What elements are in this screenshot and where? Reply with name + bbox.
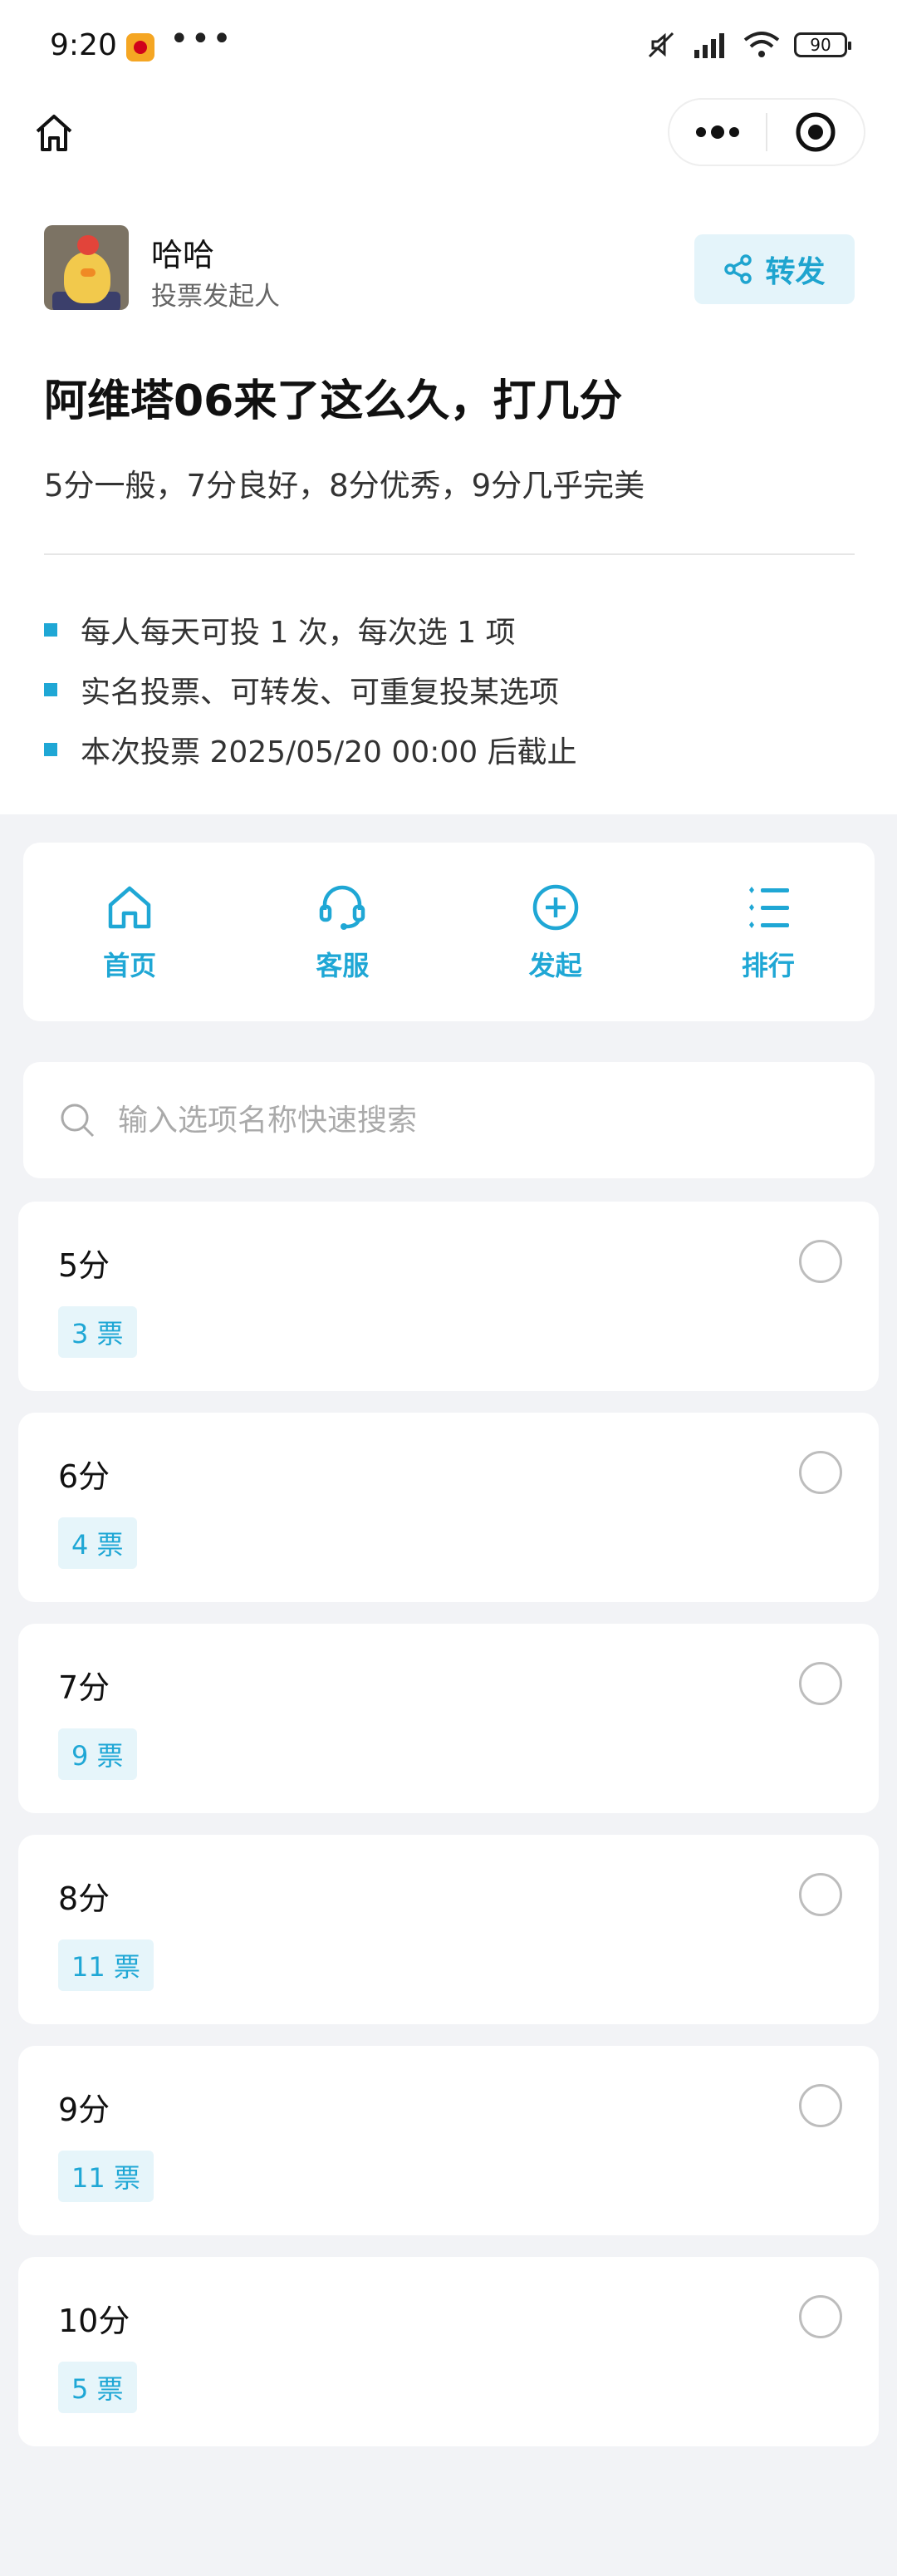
poll-title: 阿维塔06来了这么久，打几分 bbox=[44, 376, 623, 426]
option-card[interactable]: 7分 9 票 bbox=[18, 1624, 879, 1813]
vote-count-badge: 11 票 bbox=[58, 1939, 154, 1991]
vote-count-badge: 4 票 bbox=[58, 1517, 137, 1569]
search-icon bbox=[61, 1104, 95, 1138]
mini-program-capsule bbox=[668, 98, 865, 166]
weibo-notification-icon bbox=[126, 33, 154, 61]
home-icon bbox=[108, 886, 151, 928]
home-outline-icon bbox=[36, 115, 72, 151]
poll-header-section: 9:20 ••• 90 哈哈 投票发起人 转发 阿维塔06来了这么久，打几分 5… bbox=[0, 0, 897, 814]
option-radio[interactable] bbox=[799, 2295, 842, 2338]
search-input[interactable] bbox=[118, 1103, 782, 1138]
rule-text: 本次投票 2025/05/20 00:00 后截止 bbox=[81, 735, 577, 769]
option-label: 8分 bbox=[58, 1880, 110, 1917]
avatar-beak bbox=[81, 268, 96, 277]
plus-circle-icon bbox=[532, 884, 578, 930]
poll-rules: 每人每天可投 1 次，每次选 1 项 实名投票、可转发、可重复投某选项 本次投票… bbox=[44, 600, 577, 779]
mute-icon bbox=[648, 32, 674, 58]
quick-nav-label: 首页 bbox=[103, 949, 157, 981]
option-radio[interactable] bbox=[799, 1873, 842, 1916]
divider bbox=[44, 553, 855, 555]
headset-icon bbox=[320, 885, 365, 930]
rule-text: 每人每天可投 1 次，每次选 1 项 bbox=[81, 616, 516, 650]
more-notifications-icon: ••• bbox=[169, 20, 233, 58]
share-icon bbox=[724, 254, 752, 284]
target-icon bbox=[796, 112, 836, 152]
quick-nav-home[interactable]: 首页 bbox=[23, 843, 236, 1021]
option-card[interactable]: 5分 3 票 bbox=[18, 1202, 879, 1391]
close-mini-program-button[interactable] bbox=[767, 100, 864, 165]
wifi-icon bbox=[743, 32, 780, 57]
option-label: 5分 bbox=[58, 1247, 110, 1284]
ranking-list-icon bbox=[748, 886, 789, 928]
option-radio[interactable] bbox=[799, 2084, 842, 2127]
rule-item: 实名投票、可转发、可重复投某选项 bbox=[44, 660, 577, 720]
status-indicators: 90 bbox=[645, 28, 851, 61]
battery-indicator: 90 bbox=[794, 32, 851, 57]
option-label: 7分 bbox=[58, 1669, 110, 1706]
option-label: 6分 bbox=[58, 1458, 110, 1495]
quick-nav-label: 发起 bbox=[528, 949, 582, 981]
more-menu-button[interactable] bbox=[669, 100, 766, 165]
option-radio[interactable] bbox=[799, 1240, 842, 1283]
rule-text: 实名投票、可转发、可重复投某选项 bbox=[81, 676, 560, 710]
avatar-comb bbox=[77, 235, 99, 255]
poll-subtitle: 5分一般，7分良好，8分优秀，9分几乎完美 bbox=[44, 468, 645, 504]
share-button[interactable]: 转发 bbox=[694, 234, 855, 304]
status-time: 9:20 bbox=[50, 28, 117, 62]
quick-nav-label: 排行 bbox=[741, 949, 795, 981]
option-radio[interactable] bbox=[799, 1451, 842, 1494]
vote-count-badge: 5 票 bbox=[58, 2362, 137, 2413]
bullet-square-icon bbox=[44, 743, 57, 756]
avatar-duck bbox=[64, 252, 110, 303]
home-button[interactable] bbox=[25, 104, 83, 162]
vote-count-badge: 9 票 bbox=[58, 1728, 137, 1780]
quick-nav-ranking[interactable]: 排行 bbox=[662, 843, 875, 1021]
signal-icon bbox=[694, 33, 724, 58]
share-label: 转发 bbox=[765, 255, 826, 289]
option-card[interactable]: 9分 11 票 bbox=[18, 2046, 879, 2235]
option-card[interactable]: 10分 5 票 bbox=[18, 2257, 879, 2446]
quick-nav: 首页 客服 发起 排行 bbox=[23, 843, 875, 1021]
status-bar: 9:20 ••• 90 bbox=[0, 0, 897, 91]
avatar[interactable] bbox=[44, 225, 129, 310]
option-radio[interactable] bbox=[799, 1662, 842, 1705]
option-card[interactable]: 8分 11 票 bbox=[18, 1835, 879, 2024]
rule-item: 本次投票 2025/05/20 00:00 后截止 bbox=[44, 720, 577, 779]
vote-count-badge: 11 票 bbox=[58, 2151, 154, 2202]
more-dots-icon bbox=[696, 125, 739, 139]
quick-nav-label: 客服 bbox=[316, 949, 370, 981]
quick-nav-service[interactable]: 客服 bbox=[236, 843, 448, 1021]
rule-item: 每人每天可投 1 次，每次选 1 项 bbox=[44, 600, 577, 660]
bullet-square-icon bbox=[44, 683, 57, 696]
vote-count-badge: 3 票 bbox=[58, 1306, 137, 1358]
option-label: 9分 bbox=[58, 2092, 110, 2128]
creator-role: 投票发起人 bbox=[151, 282, 280, 312]
bullet-square-icon bbox=[44, 623, 57, 637]
creator-name: 哈哈 bbox=[151, 237, 215, 273]
option-label: 10分 bbox=[58, 2303, 130, 2339]
search-bar bbox=[23, 1062, 875, 1178]
option-card[interactable]: 6分 4 票 bbox=[18, 1413, 879, 1602]
quick-nav-create[interactable]: 发起 bbox=[449, 843, 662, 1021]
